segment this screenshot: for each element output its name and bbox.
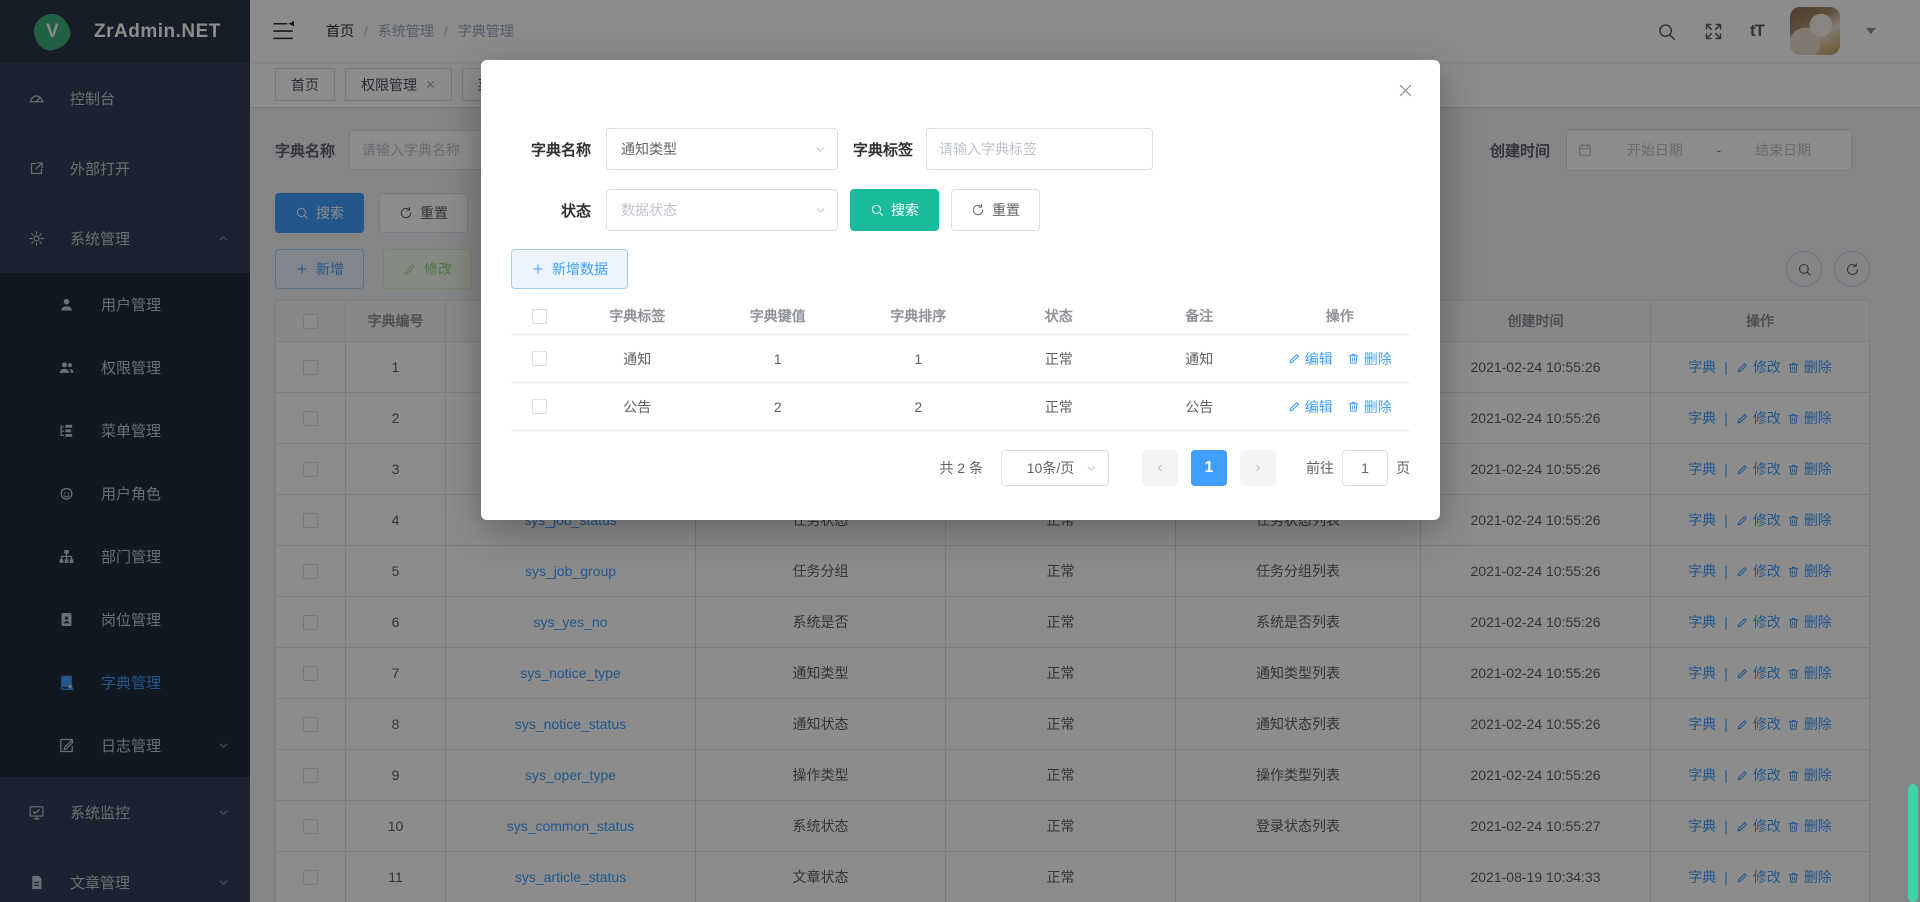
modal-cell-remark: 通知	[1129, 349, 1270, 369]
modal-edit-link[interactable]: 编辑	[1288, 349, 1333, 369]
modal-cell-operations: 编辑删除	[1270, 349, 1411, 369]
modal-column-header: 备注	[1129, 306, 1270, 326]
next-page-button[interactable]: ›	[1240, 450, 1276, 486]
modal-column-header: 字典排序	[848, 306, 989, 326]
modal-cell-label: 通知	[567, 349, 708, 369]
prev-page-button[interactable]: ‹	[1142, 450, 1178, 486]
chevron-down-icon	[814, 204, 827, 217]
modal-dict-name-label: 字典名称	[511, 139, 606, 160]
close-icon[interactable]	[1397, 82, 1414, 99]
modal-select-all-checkbox[interactable]	[532, 309, 547, 324]
modal-column-select[interactable]	[511, 309, 567, 324]
goto-page-input-field[interactable]	[1343, 451, 1387, 485]
modal-dict-name-value: 通知类型	[621, 139, 814, 159]
modal-delete-link[interactable]: 删除	[1347, 397, 1392, 417]
modal-row-checkbox[interactable]	[532, 351, 547, 366]
modal-column-header: 操作	[1270, 306, 1411, 326]
modal-table-header-row: 字典标签字典键值字典排序状态备注操作	[511, 298, 1410, 335]
scrollbar-thumb[interactable]	[1908, 784, 1918, 902]
modal-form-row-1: 字典名称 通知类型 字典标签	[511, 128, 1410, 170]
edit-icon	[1288, 352, 1301, 365]
chevron-down-icon	[1085, 462, 1098, 475]
modal-search-button-label: 搜索	[891, 200, 919, 220]
modal-cell-sort: 2	[848, 399, 989, 415]
modal-cell-status: 正常	[989, 349, 1130, 369]
pagination: 共 2 条 10条/页 ‹ 1 › 前往 页	[511, 450, 1410, 486]
goto-page-input[interactable]	[1342, 450, 1388, 486]
page-unit-label: 页	[1396, 458, 1410, 478]
modal-reset-button-label: 重置	[992, 200, 1020, 220]
modal-cell-remark: 公告	[1129, 397, 1270, 417]
modal-edit-link[interactable]: 编辑	[1288, 397, 1333, 417]
modal-dict-label-label: 字典标签	[838, 139, 926, 160]
modal-status-label: 状态	[511, 200, 606, 221]
pagination-total: 共 2 条	[939, 458, 983, 478]
modal-cell-sort: 1	[848, 351, 989, 367]
modal-table-row: 通知11正常通知编辑删除	[511, 335, 1410, 383]
goto-label: 前往	[1306, 458, 1334, 478]
modal-toolbar: 新增数据	[511, 249, 1410, 289]
trash-icon	[1347, 352, 1360, 365]
page-number-1[interactable]: 1	[1191, 450, 1227, 486]
page-size-value: 10条/页	[1016, 458, 1085, 478]
modal-dict-label-input[interactable]	[926, 128, 1153, 170]
modal-cell-label: 公告	[567, 397, 708, 417]
modal-cell-value: 1	[708, 351, 849, 367]
add-data-button-label: 新增数据	[552, 259, 608, 279]
modal-search-button[interactable]: 搜索	[850, 189, 939, 231]
modal-status-select[interactable]: 数据状态	[606, 189, 838, 231]
trash-icon	[1347, 400, 1360, 413]
chevron-down-icon	[814, 143, 827, 156]
modal-reset-button[interactable]: 重置	[951, 189, 1040, 231]
modal-cell-operations: 编辑删除	[1270, 397, 1411, 417]
dict-data-dialog: 字典名称 通知类型 字典标签 状态 数据状态 搜索 重置 新增数据 字典标签字典	[481, 60, 1440, 520]
modal-column-header: 字典标签	[567, 306, 708, 326]
modal-table-row: 公告22正常公告编辑删除	[511, 383, 1410, 431]
edit-icon	[1288, 400, 1301, 413]
dict-data-table: 字典标签字典键值字典排序状态备注操作通知11正常通知编辑删除公告22正常公告编辑…	[511, 298, 1410, 431]
modal-delete-link[interactable]: 删除	[1347, 349, 1392, 369]
pagination-goto: 前往 页	[1306, 450, 1410, 486]
modal-cell-value: 2	[708, 399, 849, 415]
modal-status-placeholder: 数据状态	[621, 200, 814, 220]
modal-column-header: 字典键值	[708, 306, 849, 326]
modal-cell-select[interactable]	[511, 351, 567, 366]
modal-cell-select[interactable]	[511, 399, 567, 414]
modal-cell-status: 正常	[989, 397, 1130, 417]
modal-row-checkbox[interactable]	[532, 399, 547, 414]
add-data-button[interactable]: 新增数据	[511, 249, 628, 289]
page-size-select[interactable]: 10条/页	[1001, 450, 1109, 486]
modal-column-header: 状态	[989, 306, 1130, 326]
modal-dict-name-select[interactable]: 通知类型	[606, 128, 838, 170]
modal-dict-label-input-field[interactable]	[927, 129, 1152, 169]
modal-form-row-2: 状态 数据状态 搜索 重置	[511, 189, 1410, 231]
